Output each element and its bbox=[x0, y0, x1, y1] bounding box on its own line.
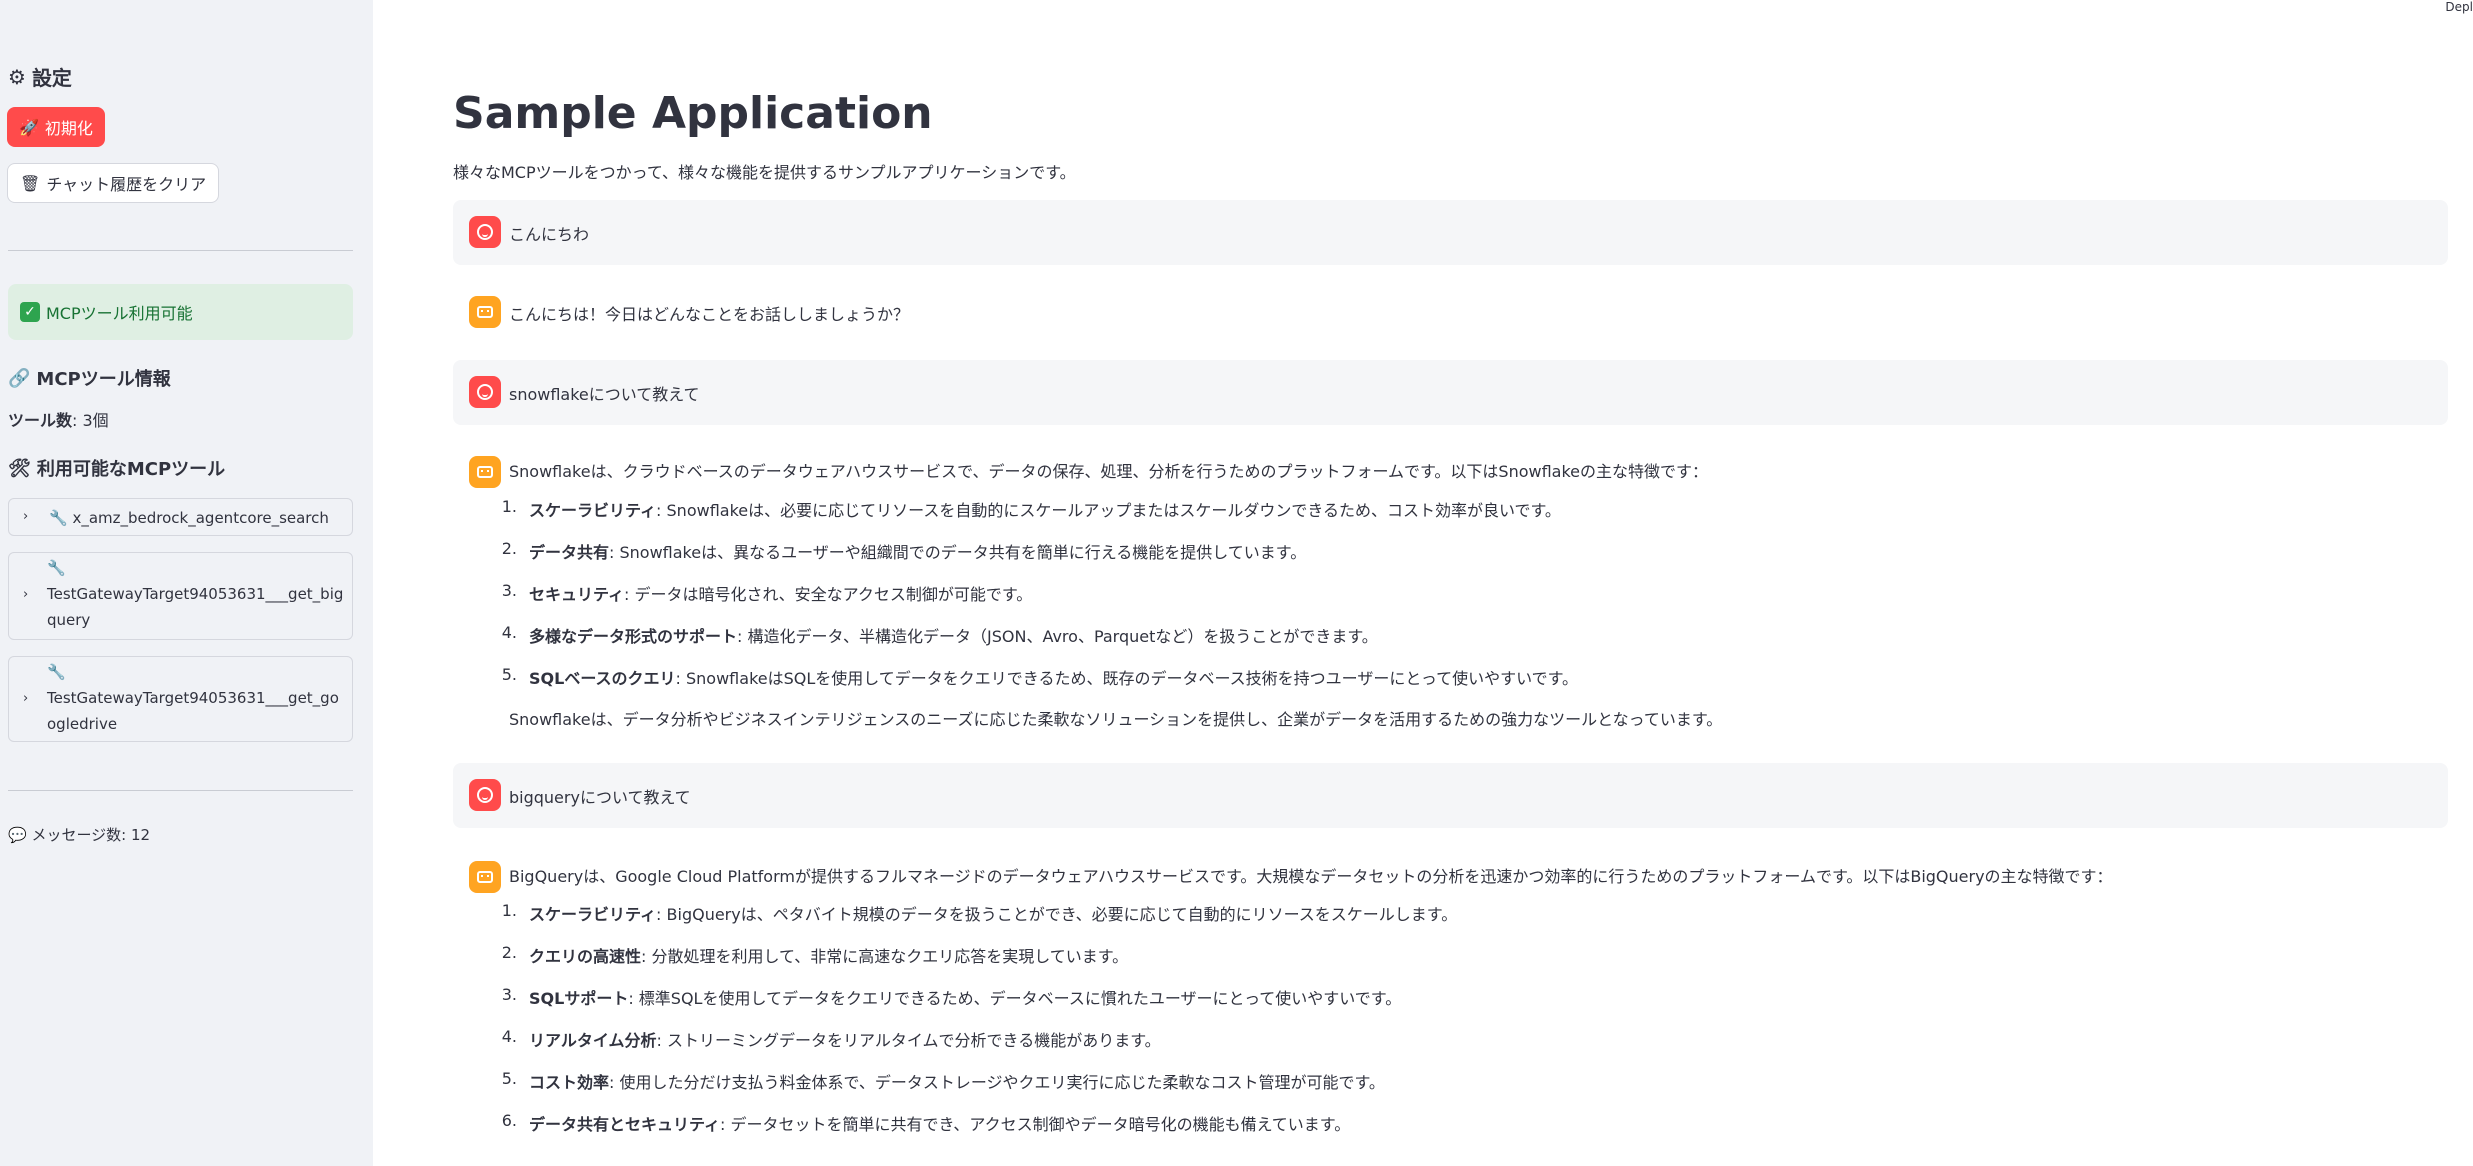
tool-expander-agentcore-search[interactable]: › 🔧 x_amz_bedrock_agentcore_search bbox=[8, 498, 353, 536]
bot-avatar-icon bbox=[469, 456, 501, 488]
list-item: 5. SQLベースのクエリ: SnowflakeはSQLを使用してデータをクエリで… bbox=[501, 665, 1578, 688]
list-item: 4. リアルタイム分析: ストリーミングデータをリアルタイムで分析できる機能があり… bbox=[501, 1027, 1161, 1050]
init-button[interactable]: 🚀 初期化 bbox=[7, 107, 105, 147]
tool-label: 🔧 x_amz_bedrock_agentcore_search bbox=[49, 505, 342, 531]
sidebar: ⚙ 設定 🚀 初期化 🗑 チャット履歴をクリア ✓ MCPツール利用可能 🔗 M… bbox=[0, 0, 373, 1166]
wrench-icon: 🔧 bbox=[47, 559, 66, 577]
tool-name: x_amz_bedrock_agentcore_search bbox=[72, 509, 329, 527]
feature-list: 1. スケーラビリティ: Snowflakeは、必要に応じてリソースを自動的にスケ… bbox=[493, 497, 1578, 707]
message-count: 💬 メッセージ数: 12 bbox=[8, 824, 150, 845]
chat-message-assistant: BigQueryは、Google Cloud Platformが提供するフルマネ… bbox=[453, 845, 2448, 1166]
chevron-right-icon: › bbox=[23, 509, 29, 524]
sidebar-header-label: 設定 bbox=[31, 66, 72, 90]
check-icon: ✓ bbox=[20, 302, 40, 322]
list-item: 5. コスト効率: 使用した分だけ支払う料金体系で、データストレージやクエリ実行に… bbox=[501, 1069, 1385, 1092]
tools-icon: 🛠 bbox=[8, 457, 31, 479]
chat-message-user: snowflakeについて教えて bbox=[453, 360, 2448, 425]
rocket-icon: 🚀 bbox=[19, 117, 39, 137]
chat-message-assistant: Snowflakeは、クラウドベースのデータウェアハウスサービスで、データの保存… bbox=[453, 440, 2448, 760]
page-caption: 様々なMCPツールをつかって、様々な機能を提供するサンプルアプリケーションです。 bbox=[453, 163, 1076, 182]
tool-label: 🔧 TestGatewayTarget94053631___get_bigquer… bbox=[47, 555, 347, 633]
user-avatar-icon bbox=[469, 216, 501, 248]
chat-message-assistant: こんにちは！今日はどんなことをお話ししましょうか？ bbox=[453, 280, 2448, 345]
tool-expander-get-googledrive[interactable]: › 🔧 TestGatewayTarget94053631___get_googl… bbox=[8, 656, 353, 742]
tool-label: 🔧 TestGatewayTarget94053631___get_googled… bbox=[47, 659, 347, 737]
sidebar-header: ⚙ 設定 bbox=[8, 62, 72, 91]
init-button-label: 初期化 bbox=[44, 119, 93, 138]
message-count-text: メッセージ数: 12 bbox=[31, 826, 151, 844]
list-item: 2. クエリの高速性: 分散処理を利用して、非常に高速なクエリ応答を実現しています… bbox=[501, 943, 1129, 966]
available-tools-heading: 🛠 利用可能なMCPツール bbox=[8, 455, 225, 481]
tool-count-value: : 3個 bbox=[72, 411, 109, 430]
chat-message-user: こんにちわ bbox=[453, 200, 2448, 265]
message-text: こんにちわ bbox=[509, 225, 590, 244]
user-avatar-icon bbox=[469, 376, 501, 408]
bot-avatar-icon bbox=[469, 296, 501, 328]
list-item: 6. データ共有とセキュリティ: データセットを簡単に共有でき、アクセス制御やデー… bbox=[501, 1111, 1351, 1134]
feature-list: 1. スケーラビリティ: BigQueryは、ペタバイト規模のデータを扱うことがで… bbox=[493, 901, 1457, 1153]
available-tools-title: 利用可能なMCPツール bbox=[36, 459, 226, 480]
message-text: こんにちは！今日はどんなことをお話ししましょうか？ bbox=[509, 305, 910, 324]
user-avatar-icon bbox=[469, 779, 501, 811]
tool-name: TestGatewayTarget94053631___get_bigquery bbox=[47, 585, 344, 629]
message-intro: BigQueryは、Google Cloud Platformが提供するフルマネ… bbox=[509, 867, 2113, 886]
link-icon: 🔗 bbox=[8, 367, 31, 389]
list-item: 3. SQLサポート: 標準SQLを使用してデータをクエリできるため、データベース… bbox=[501, 985, 1402, 1008]
bot-avatar-icon bbox=[469, 861, 501, 893]
speech-bubble-icon: 💬 bbox=[8, 826, 27, 844]
mcp-info-heading: 🔗 MCPツール情報 bbox=[8, 365, 171, 391]
tool-expander-get-bigquery[interactable]: › 🔧 TestGatewayTarget94053631___get_bigqu… bbox=[8, 552, 353, 640]
tool-name: TestGatewayTarget94053631___get_googledr… bbox=[47, 689, 339, 733]
mcp-status-text: MCPツール利用可能 bbox=[46, 304, 193, 323]
message-outro: Snowflakeは、データ分析やビジネスインテリジェンスのニーズに応じた柔軟な… bbox=[509, 710, 1723, 729]
chevron-right-icon: › bbox=[23, 587, 29, 602]
mcp-info-title: MCPツール情報 bbox=[36, 369, 171, 390]
message-text: bigqueryについて教えて bbox=[509, 788, 691, 807]
chevron-right-icon: › bbox=[23, 691, 29, 706]
sidebar-divider bbox=[8, 250, 353, 251]
list-item: 1. スケーラビリティ: BigQueryは、ペタバイト規模のデータを扱うことがで… bbox=[501, 901, 1458, 924]
sidebar-divider bbox=[8, 790, 353, 791]
list-item: 1. スケーラビリティ: Snowflakeは、必要に応じてリソースを自動的にスケ… bbox=[501, 497, 1561, 520]
list-item: 2. データ共有: Snowflakeは、異なるユーザーや組織間でのデータ共有を簡… bbox=[501, 539, 1307, 562]
wrench-icon: 🔧 bbox=[49, 509, 68, 527]
clear-history-button[interactable]: 🗑 チャット履歴をクリア bbox=[7, 163, 220, 203]
tool-count: ツール数: 3個 bbox=[8, 407, 109, 431]
chat-message-user: bigqueryについて教えて bbox=[453, 763, 2448, 828]
list-item: 3. セキュリティ: データは暗号化され、安全なアクセス制御が可能です。 bbox=[501, 581, 1033, 604]
trash-icon: 🗑 bbox=[20, 173, 41, 193]
list-item: 4. 多様なデータ形式のサポート: 構造化データ、半構造化データ（JSON、Avr… bbox=[501, 623, 1378, 646]
tool-count-label: ツール数 bbox=[8, 411, 73, 430]
message-intro: Snowflakeは、クラウドベースのデータウェアハウスサービスで、データの保存… bbox=[509, 462, 1709, 481]
gear-icon: ⚙ bbox=[8, 64, 26, 89]
page-title: Sample Application bbox=[453, 88, 933, 139]
deploy-button[interactable]: Depl bbox=[2445, 0, 2473, 14]
wrench-icon: 🔧 bbox=[47, 663, 66, 681]
message-text: snowflakeについて教えて bbox=[509, 385, 700, 404]
clear-history-label: チャット履歴をクリア bbox=[46, 175, 207, 194]
mcp-status-alert: ✓ MCPツール利用可能 bbox=[8, 284, 353, 340]
